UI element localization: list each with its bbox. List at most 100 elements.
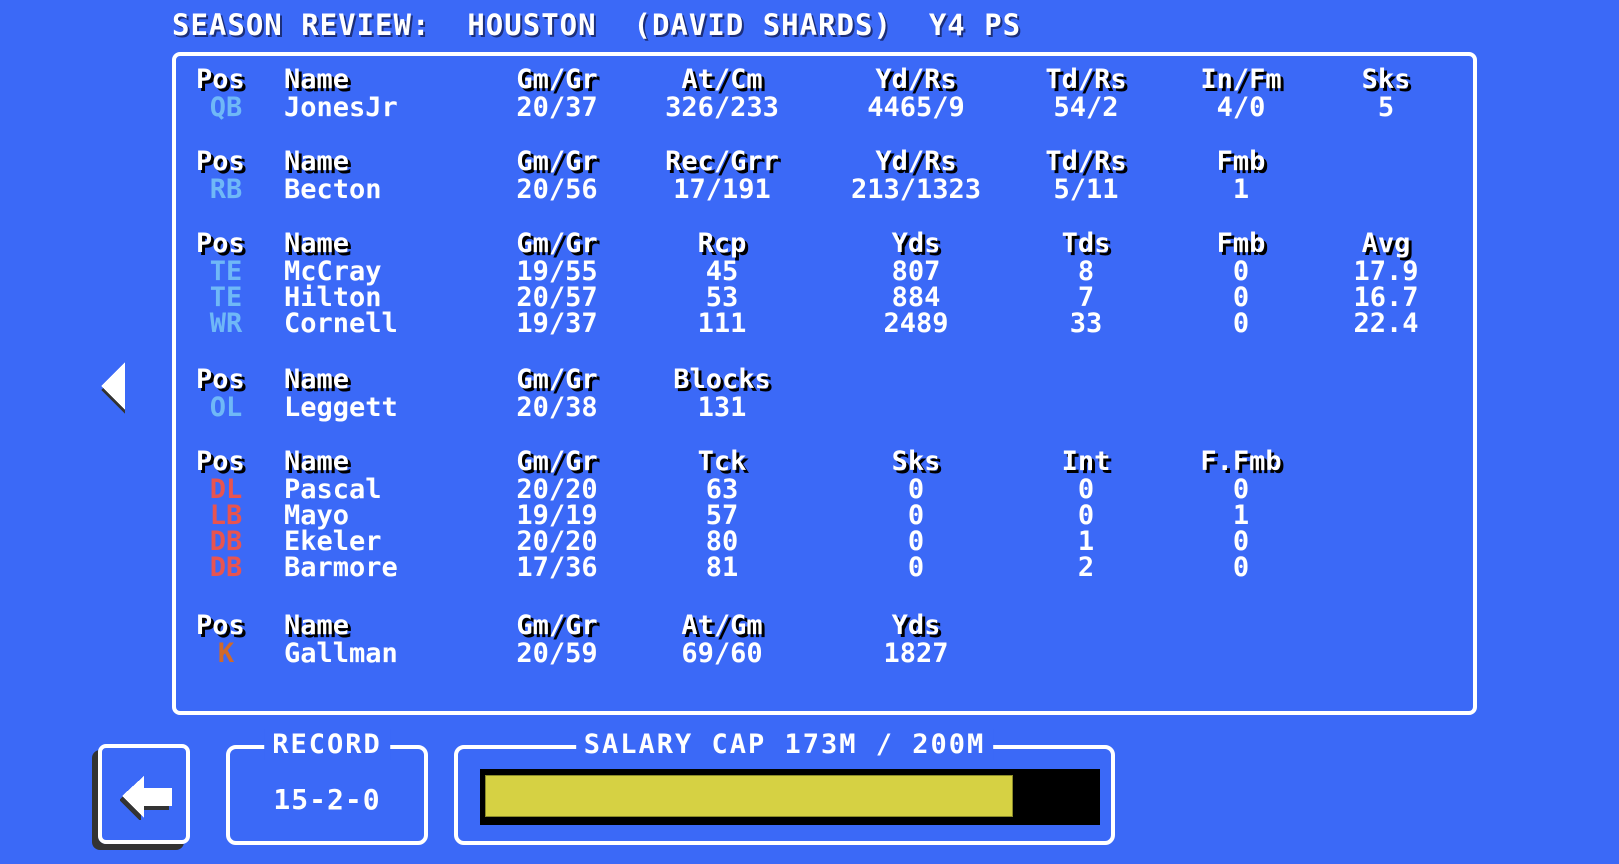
- position-label: TE: [209, 256, 243, 287]
- column-header: Yds: [891, 228, 941, 259]
- position-label: K: [217, 638, 235, 669]
- column-header: Sks: [1361, 64, 1411, 95]
- salary-cap-fill: [485, 775, 1013, 817]
- stat-value: 0: [907, 500, 925, 531]
- stat-value: 1: [1232, 500, 1250, 531]
- column-header: Yd/Rs: [875, 146, 957, 177]
- column-header: Int: [1061, 446, 1111, 477]
- stat-value: 20/38: [516, 392, 598, 423]
- player-name: Pascal: [284, 474, 382, 505]
- stat-value: 5: [1377, 92, 1395, 123]
- stat-value: 45: [705, 256, 739, 287]
- column-header: Gm/Gr: [516, 228, 598, 259]
- column-header: Gm/Gr: [516, 364, 598, 395]
- column-header: Name: [284, 364, 350, 395]
- stat-value: 7: [1077, 282, 1095, 313]
- stat-value: 17/36: [516, 552, 598, 583]
- column-header: Yd/Rs: [875, 64, 957, 95]
- column-header: Yds: [891, 610, 941, 641]
- previous-page-button[interactable]: [98, 362, 128, 414]
- record-label: RECORD: [264, 729, 390, 760]
- stat-value: 57: [705, 500, 739, 531]
- stat-value: 20/20: [516, 526, 598, 557]
- stat-value: 0: [907, 526, 925, 557]
- page-title: SEASON REVIEW: HOUSTON (DAVID SHARDS) Y4…: [172, 8, 1022, 42]
- column-header: Blocks: [673, 364, 771, 395]
- player-name: Gallman: [284, 638, 398, 669]
- column-header: At/Cm: [681, 64, 763, 95]
- column-header: Rec/Grr: [665, 146, 779, 177]
- column-header: Gm/Gr: [516, 64, 598, 95]
- column-header: F.Fmb: [1200, 446, 1282, 477]
- column-header: Pos: [196, 364, 245, 395]
- stat-value: 33: [1069, 308, 1103, 339]
- stat-value: 884: [891, 282, 941, 313]
- position-label: DL: [209, 474, 243, 505]
- record-box: RECORD 15-2-0: [226, 729, 428, 845]
- stat-value: 807: [891, 256, 941, 287]
- stat-value: 213/1323: [850, 174, 982, 205]
- column-header: Td/Rs: [1045, 64, 1127, 95]
- column-header: Avg: [1361, 228, 1411, 259]
- stat-value: 8: [1077, 256, 1095, 287]
- record-value: 15-2-0: [273, 783, 381, 816]
- stat-value: 22.4: [1353, 308, 1419, 339]
- column-header: At/Gm: [681, 610, 763, 641]
- stat-value: 0: [1232, 282, 1250, 313]
- stat-value: 54/2: [1053, 92, 1119, 123]
- column-header: Sks: [891, 446, 941, 477]
- column-header: Pos: [196, 64, 245, 95]
- position-label: RB: [209, 174, 243, 205]
- position-label: DB: [209, 552, 243, 583]
- column-header: Name: [284, 228, 350, 259]
- column-header: Tck: [697, 446, 747, 477]
- position-label: WR: [209, 308, 243, 339]
- player-name: JonesJr: [284, 92, 398, 123]
- stat-value: 0: [1077, 500, 1095, 531]
- stat-value: 80: [705, 526, 739, 557]
- player-name: Barmore: [284, 552, 398, 583]
- arrow-left-icon: [120, 776, 172, 820]
- stat-value: 0: [907, 474, 925, 505]
- column-header: Td/Rs: [1045, 146, 1127, 177]
- stat-value: 5/11: [1053, 174, 1119, 205]
- salary-cap-box: SALARY CAP 173M / 200M: [454, 729, 1115, 845]
- column-header: Name: [284, 446, 350, 477]
- stat-value: 17/191: [673, 174, 771, 205]
- stat-value: 131: [697, 392, 747, 423]
- back-button[interactable]: [98, 744, 190, 844]
- stat-value: 0: [1232, 552, 1250, 583]
- stat-value: 20/56: [516, 174, 598, 205]
- column-header: Gm/Gr: [516, 146, 598, 177]
- position-label: DB: [209, 526, 243, 557]
- player-name: McCray: [284, 256, 382, 287]
- column-header: Name: [284, 610, 350, 641]
- position-label: OL: [209, 392, 243, 423]
- stat-value: 53: [705, 282, 739, 313]
- stat-value: 20/20: [516, 474, 598, 505]
- stat-value: 1827: [883, 638, 949, 669]
- stat-value: 0: [1232, 308, 1250, 339]
- stat-value: 326/233: [665, 92, 779, 123]
- player-name: Ekeler: [284, 526, 382, 557]
- column-header: Pos: [196, 228, 245, 259]
- stat-value: 4465/9: [867, 92, 965, 123]
- position-label: QB: [209, 92, 243, 123]
- triangle-left-icon: [101, 362, 125, 414]
- stat-value: 19/19: [516, 500, 598, 531]
- stats-panel: Pos Name Gm/Gr At/Cm Yd/Rs Td/Rs In/Fm Sks QB Jon…: [172, 52, 1477, 715]
- stat-value: 17.9: [1353, 256, 1419, 287]
- column-header: Tds: [1061, 228, 1111, 259]
- stat-value: 4/0: [1216, 92, 1266, 123]
- position-label: LB: [209, 500, 243, 531]
- player-name: Becton: [284, 174, 382, 205]
- player-name: Cornell: [284, 308, 398, 339]
- position-label: TE: [209, 282, 243, 313]
- column-header: Pos: [196, 610, 245, 641]
- stat-value: 2489: [883, 308, 949, 339]
- stat-value: 111: [697, 308, 747, 339]
- stat-value: 2: [1077, 552, 1095, 583]
- stat-value: 20/37: [516, 92, 598, 123]
- stat-value: 0: [1232, 474, 1250, 505]
- column-header: Fmb: [1216, 228, 1266, 259]
